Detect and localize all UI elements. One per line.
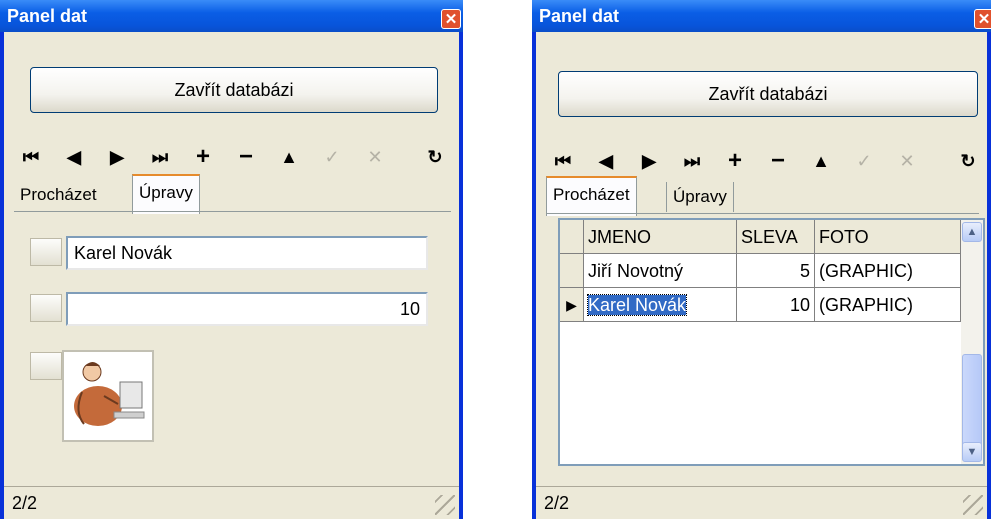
scroll-thumb[interactable]: [962, 354, 982, 450]
prior-icon[interactable]: ◀: [591, 146, 621, 176]
close-window-button[interactable]: ✕: [974, 9, 991, 29]
column-header-jmeno[interactable]: JMENO: [584, 220, 737, 254]
tab-browse[interactable]: Procházet: [546, 176, 637, 216]
delete-icon[interactable]: −: [231, 142, 261, 172]
title-bar[interactable]: Panel dat ✕: [532, 0, 991, 32]
close-database-button[interactable]: Zavřít databázi: [558, 71, 978, 117]
refresh-icon[interactable]: ↻: [953, 146, 983, 176]
refresh-icon[interactable]: ↻: [420, 142, 450, 172]
edit-icon[interactable]: ▲: [806, 146, 836, 176]
field-indicator-name[interactable]: [30, 238, 62, 266]
tab-divider: [546, 213, 979, 214]
scroll-up-icon[interactable]: ▲: [962, 222, 982, 242]
prior-icon[interactable]: ◀: [59, 142, 89, 172]
db-navigator: ⏮ ◀ ▶ ⏭ + − ▲ ✓ ✕ ↻: [16, 142, 451, 172]
status-bar: 2/2: [4, 486, 459, 519]
window-title: Panel dat: [7, 6, 88, 26]
insert-icon[interactable]: +: [720, 146, 750, 176]
table-cell[interactable]: Jiří Novotný: [584, 254, 737, 288]
column-header-foto[interactable]: FOTO: [815, 220, 961, 254]
close-database-button[interactable]: Zavřít databázi: [30, 67, 438, 113]
row-indicator[interactable]: [560, 254, 584, 288]
window-title: Panel dat: [539, 6, 620, 26]
table-cell-selected[interactable]: Karel Novák: [584, 288, 737, 322]
table-cell[interactable]: 10: [737, 288, 815, 322]
tab-edit[interactable]: Úpravy: [132, 174, 200, 214]
close-window-button[interactable]: ✕: [441, 9, 461, 29]
insert-icon[interactable]: +: [188, 142, 218, 172]
discount-field[interactable]: 10: [66, 292, 428, 326]
tab-browse[interactable]: Procházet: [14, 180, 103, 210]
field-indicator-photo[interactable]: [30, 352, 62, 380]
title-bar[interactable]: Panel dat ✕: [0, 0, 463, 32]
column-header-sleva[interactable]: SLEVA: [737, 220, 815, 254]
client-area: Zavřít databázi ⏮ ◀ ▶ ⏭ + − ▲ ✓ ✕ ↻ Proc…: [4, 32, 459, 519]
vertical-scrollbar[interactable]: ▲ ▼: [961, 220, 983, 464]
table-cell[interactable]: (GRAPHIC): [815, 254, 961, 288]
db-navigator: ⏮ ◀ ▶ ⏭ + − ▲ ✓ ✕ ↻: [548, 146, 979, 176]
table-cell[interactable]: 5: [737, 254, 815, 288]
first-icon[interactable]: ⏮: [16, 142, 46, 172]
tab-edit[interactable]: Úpravy: [666, 182, 734, 212]
selected-cell-text: Karel Novák: [586, 294, 688, 316]
edit-icon[interactable]: ▲: [274, 142, 304, 172]
name-field[interactable]: Karel Novák: [66, 236, 428, 270]
delete-icon[interactable]: −: [763, 146, 793, 176]
record-position: 2/2: [12, 493, 38, 513]
resize-grip-icon[interactable]: [963, 495, 983, 515]
grid-corner: [560, 220, 584, 254]
last-icon[interactable]: ⏭: [145, 142, 175, 172]
post-icon: ✓: [324, 147, 340, 167]
tab-strip: Procházet Úpravy: [546, 176, 946, 216]
table-cell[interactable]: (GRAPHIC): [815, 288, 961, 322]
client-area: Zavřít databázi ⏮ ◀ ▶ ⏭ + − ▲ ✓ ✕ ↻ Proc…: [536, 32, 987, 519]
cancel-icon: ✕: [899, 151, 915, 171]
photo-field[interactable]: [62, 350, 154, 442]
next-icon[interactable]: ▶: [634, 146, 664, 176]
record-position: 2/2: [544, 493, 570, 513]
data-grid[interactable]: JMENO SLEVA FOTO Jiří Novotný 5 (GRAPHIC…: [558, 218, 985, 466]
first-icon[interactable]: ⏮: [548, 146, 578, 176]
data-panel-window-edit: Panel dat ✕ Zavřít databázi ⏮ ◀ ▶ ⏭ + − …: [0, 0, 463, 519]
last-icon[interactable]: ⏭: [677, 146, 707, 176]
person-at-computer-image: [74, 362, 145, 426]
data-panel-window-browse: Panel dat ✕ Zavřít databázi ⏮ ◀ ▶ ⏭ + − …: [532, 0, 991, 519]
scroll-down-icon[interactable]: ▼: [962, 442, 982, 462]
cancel-icon: ✕: [367, 147, 383, 167]
tab-strip: Procházet Úpravy: [14, 174, 414, 214]
tab-divider: [14, 211, 451, 212]
current-row-indicator-icon[interactable]: ▶: [560, 288, 584, 322]
next-icon[interactable]: ▶: [102, 142, 132, 172]
field-indicator-discount[interactable]: [30, 294, 62, 322]
resize-grip-icon[interactable]: [435, 495, 455, 515]
post-icon: ✓: [856, 151, 872, 171]
status-bar: 2/2: [536, 486, 987, 519]
